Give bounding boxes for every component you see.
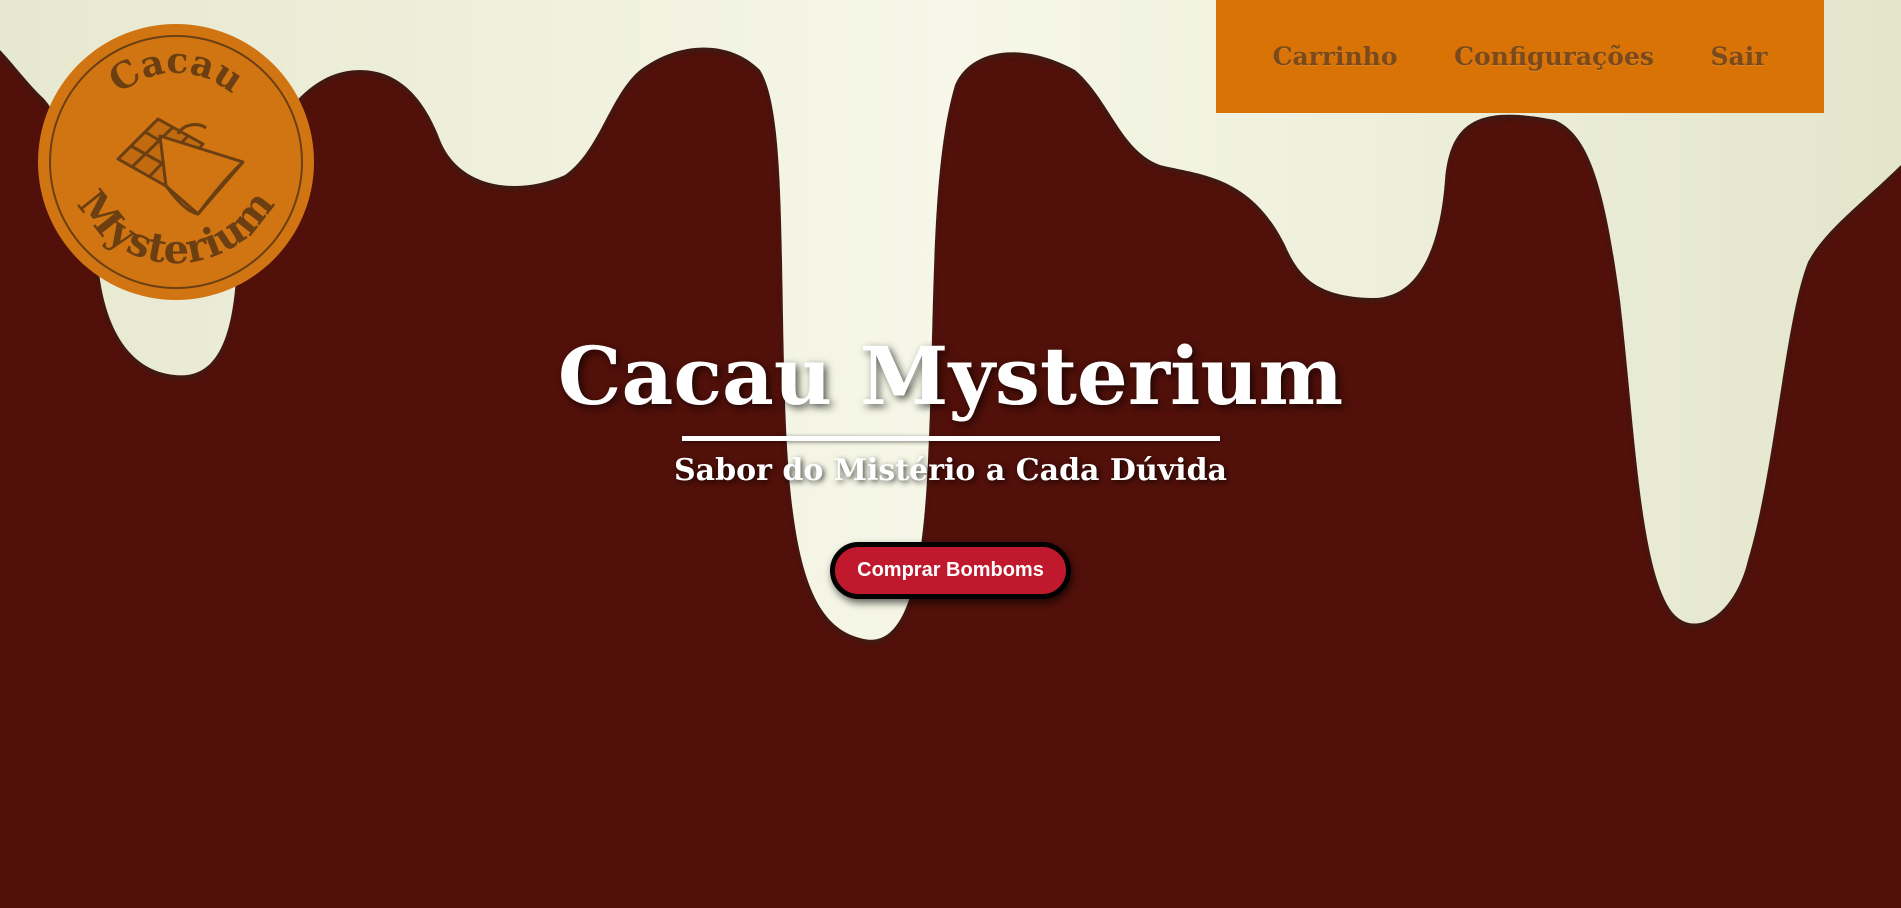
landing-page: Cacau Mysterium Carrinho Configurações S… — [0, 0, 1901, 908]
hero-title: Cacau Mysterium — [557, 329, 1344, 423]
hero-divider — [681, 436, 1220, 441]
hero-subtitle: Sabor do Mistério a Cada Dúvida — [674, 453, 1227, 488]
hero-section: Cacau Mysterium Sabor do Mistério a Cada… — [0, 330, 1901, 489]
nav-link-settings[interactable]: Configurações — [1454, 42, 1654, 71]
buy-bonbons-button[interactable]: Comprar Bomboms — [830, 542, 1071, 599]
brand-logo[interactable]: Cacau Mysterium — [38, 24, 314, 300]
top-navigation: Carrinho Configurações Sair — [1216, 0, 1824, 113]
nav-link-logout[interactable]: Sair — [1711, 42, 1768, 71]
cta-container: Comprar Bomboms — [0, 542, 1901, 599]
nav-link-cart[interactable]: Carrinho — [1273, 42, 1398, 71]
